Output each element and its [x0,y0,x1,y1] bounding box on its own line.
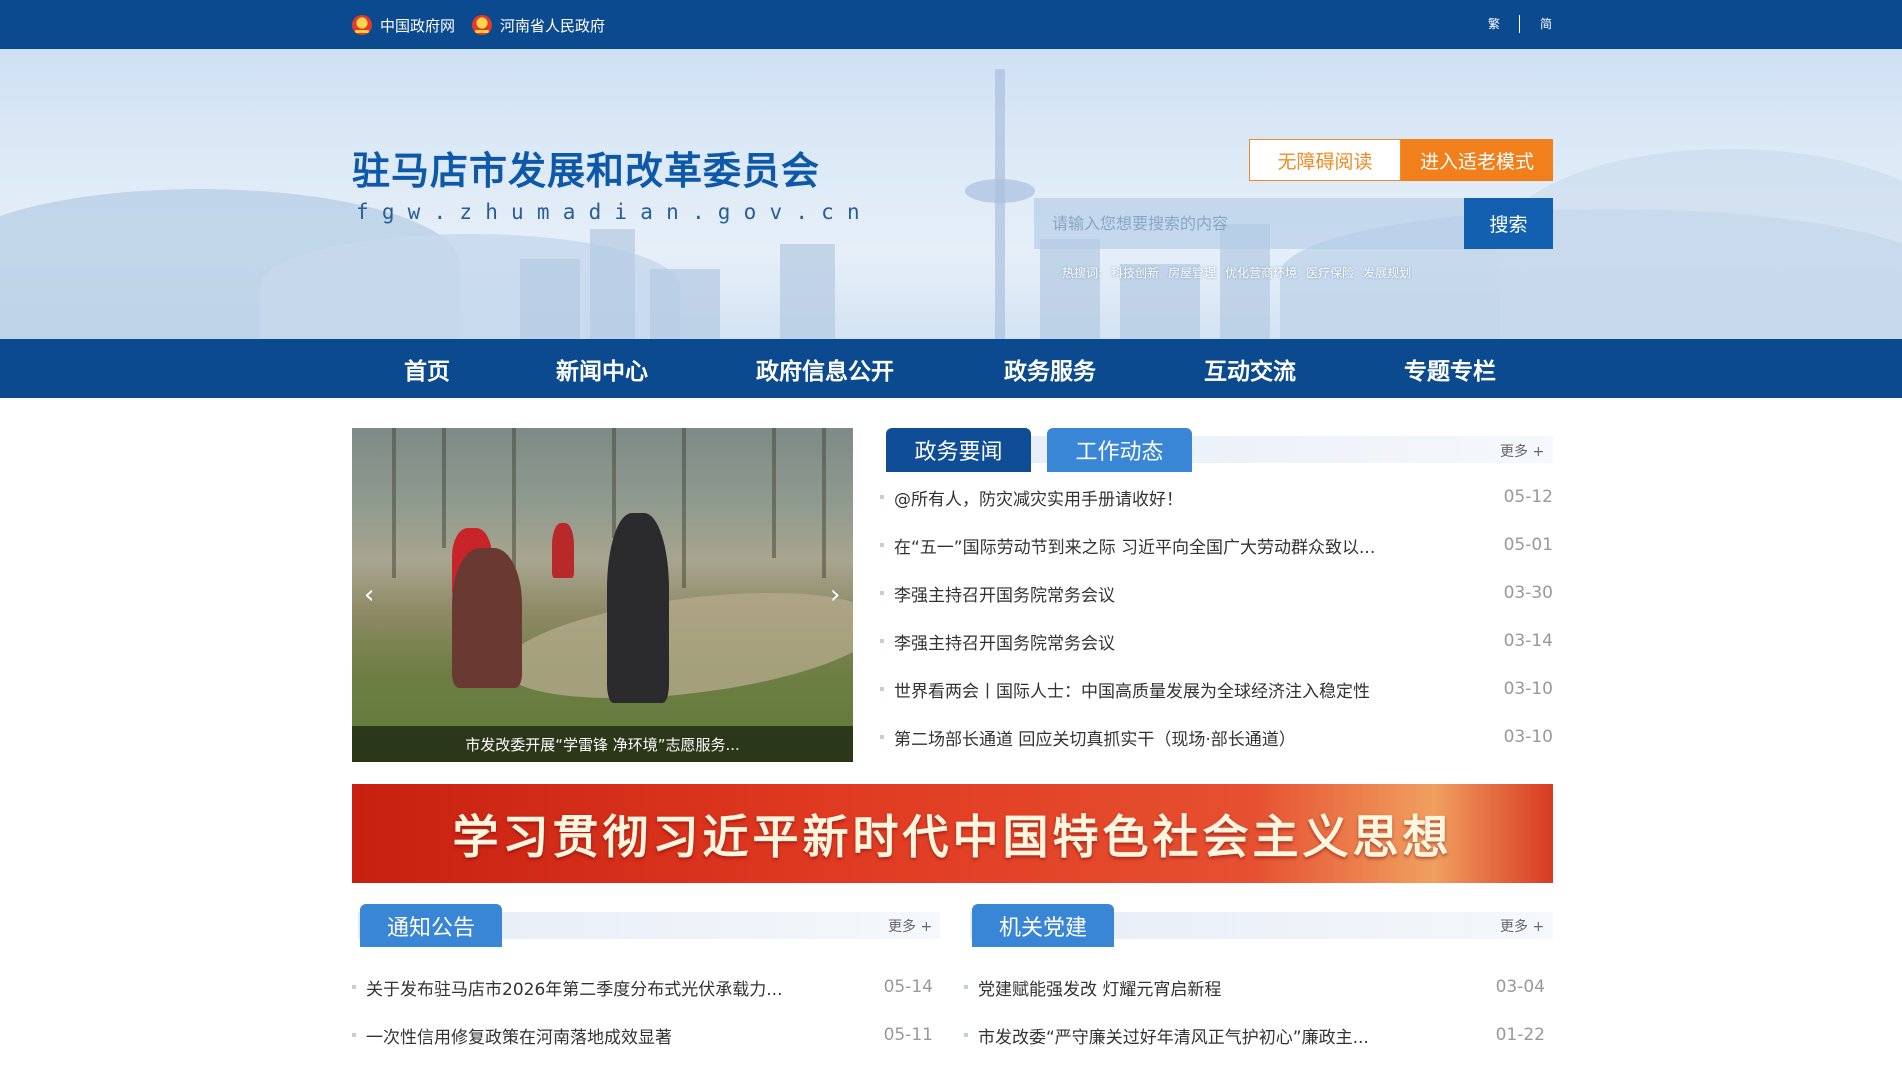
news-item-date: 03-10 [1503,727,1553,747]
bullet-icon [880,639,884,643]
news-item[interactable]: 世界看两会丨国际人士：中国高质量发展为全球经济注入稳定性 03-10 [880,676,1553,702]
nav-item-gov-info[interactable]: 政府信息公开 [756,339,894,398]
bullet-icon [964,985,968,989]
nav-item-interaction[interactable]: 互动交流 [1204,339,1296,398]
tv-tower-decoration [965,179,1035,203]
news-more-link[interactable]: 更多 + [1500,441,1544,461]
hot-word[interactable]: 发展规划 [1363,264,1411,281]
nav-item-home[interactable]: 首页 [404,339,450,398]
news-item[interactable]: 第二场部长通道 回应关切真抓实干（现场·部长通道） 03-10 [880,724,1553,750]
list-item-date: 01-22 [1495,1025,1545,1045]
news-item-title[interactable]: @所有人，防灾减灾实用手册请收好！ [894,485,1504,510]
list-item-date: 05-11 [883,1025,933,1045]
news-item-date: 03-30 [1503,583,1553,603]
bullet-icon [352,985,356,989]
national-emblem-icon [472,15,492,35]
national-emblem-icon [352,15,372,35]
photo-slider[interactable]: 市发改委开展“学雷锋 净环境”志愿服务... [352,428,853,762]
list-item[interactable]: 关于发布驻马店市2026年第二季度分布式光伏承载力... 05-14 [352,974,933,1000]
hot-word[interactable]: 医疗保险 [1306,264,1354,281]
promo-banner[interactable]: 学习贯彻习近平新时代中国特色社会主义思想 [352,784,1553,883]
top-bar: 中国政府网 河南省人民政府 繁 简 [0,0,1902,49]
hot-word[interactable]: 科技创新 [1111,264,1159,281]
hot-search-words: 热搜词: 科技创新 房屋管理 优化营商环境 医疗保险 发展规划 [1062,264,1411,281]
news-item-date: 05-01 [1503,535,1553,555]
site-domain: fgw.zhumadian.gov.cn [356,200,873,224]
bullet-icon [880,495,884,499]
volunteer-figure [452,548,522,688]
list-item-date: 05-14 [883,977,933,997]
lang-divider [1519,15,1520,33]
chevron-left-icon[interactable]: ‹ [364,580,374,610]
search-input[interactable] [1034,198,1464,249]
chevron-right-icon[interactable]: › [830,580,840,610]
news-item-title[interactable]: 第二场部长通道 回应关切真抓实干（现场·部长通道） [894,725,1504,750]
bullet-icon [880,687,884,691]
hot-search-label: 热搜词: [1062,266,1103,280]
volunteer-figure [552,523,574,578]
list-item[interactable]: 党建赋能强发改 灯耀元宵启新程 03-04 [964,974,1545,1000]
bullet-icon [964,1033,968,1037]
accessibility-reading-button[interactable]: 无障碍阅读 [1249,139,1401,181]
promo-banner-text: 学习贯彻习近平新时代中国特色社会主义思想 [452,809,1453,864]
bullet-icon [352,1033,356,1037]
list-item-title[interactable]: 市发改委“严守廉关过好年清风正气护初心”廉政主... [978,1023,1496,1048]
header-banner [0,49,1902,339]
bullet-icon [880,735,884,739]
news-item-title[interactable]: 李强主持召开国务院常务会议 [894,629,1504,654]
tab-party-building[interactable]: 机关党建 [972,904,1114,947]
nav-item-news-center[interactable]: 新闻中心 [556,339,648,398]
news-item-date: 03-10 [1503,679,1553,699]
news-item[interactable]: 李强主持召开国务院常务会议 03-14 [880,628,1553,654]
news-item-title[interactable]: 世界看两会丨国际人士：中国高质量发展为全球经济注入稳定性 [894,677,1504,702]
hot-word[interactable]: 优化营商环境 [1225,264,1297,281]
mountain-decoration [1500,149,1902,339]
notices-more-link[interactable]: 更多 + [888,916,932,936]
henan-gov-link-label: 河南省人民政府 [500,16,606,35]
elder-mode-button[interactable]: 进入适老模式 [1401,139,1553,181]
news-item-date: 03-14 [1503,631,1553,651]
list-item-title[interactable]: 关于发布驻马店市2026年第二季度分布式光伏承载力... [366,975,884,1000]
news-item-date: 05-12 [1503,487,1553,507]
news-item[interactable]: 在“五一”国际劳动节到来之际 习近平向全国广大劳动群众致以... 05-01 [880,532,1553,558]
bullet-icon [880,591,884,595]
slide-caption[interactable]: 市发改委开展“学雷锋 净环境”志愿服务... [352,726,853,762]
news-item-title[interactable]: 李强主持召开国务院常务会议 [894,581,1504,606]
main-nav: 首页 新闻中心 政府信息公开 政务服务 互动交流 专题专栏 [0,339,1902,398]
list-item-date: 03-04 [1495,977,1545,997]
volunteer-figure [607,513,669,703]
dirt-path [497,575,853,716]
china-gov-link[interactable]: 中国政府网 [352,13,455,37]
tab-gov-news[interactable]: 政务要闻 [886,428,1031,472]
traditional-chinese-link[interactable]: 繁 [1488,15,1500,32]
list-item-title[interactable]: 党建赋能强发改 灯耀元宵启新程 [978,975,1496,1000]
news-item[interactable]: @所有人，防灾减灾实用手册请收好！ 05-12 [880,484,1553,510]
list-item[interactable]: 一次性信用修复政策在河南落地成效显著 05-11 [352,1022,933,1048]
nav-item-services[interactable]: 政务服务 [1004,339,1096,398]
henan-gov-link[interactable]: 河南省人民政府 [472,13,605,37]
simplified-chinese-link[interactable]: 简 [1540,15,1552,32]
hot-word[interactable]: 房屋管理 [1168,264,1216,281]
tab-work-updates[interactable]: 工作动态 [1047,428,1192,472]
bullet-icon [880,543,884,547]
tab-notices[interactable]: 通知公告 [360,904,502,947]
news-item[interactable]: 李强主持召开国务院常务会议 03-30 [880,580,1553,606]
list-item[interactable]: 市发改委“严守廉关过好年清风正气护初心”廉政主... 01-22 [964,1022,1545,1048]
site-title: 驻马店市发展和改革委员会 [352,149,821,193]
news-item-title[interactable]: 在“五一”国际劳动节到来之际 习近平向全国广大劳动群众致以... [894,533,1504,558]
search-button[interactable]: 搜索 [1464,198,1553,249]
nav-item-special-topics[interactable]: 专题专栏 [1404,339,1496,398]
china-gov-link-label: 中国政府网 [380,16,456,35]
list-item-title[interactable]: 一次性信用修复政策在河南落地成效显著 [366,1023,884,1048]
party-more-link[interactable]: 更多 + [1500,916,1544,936]
